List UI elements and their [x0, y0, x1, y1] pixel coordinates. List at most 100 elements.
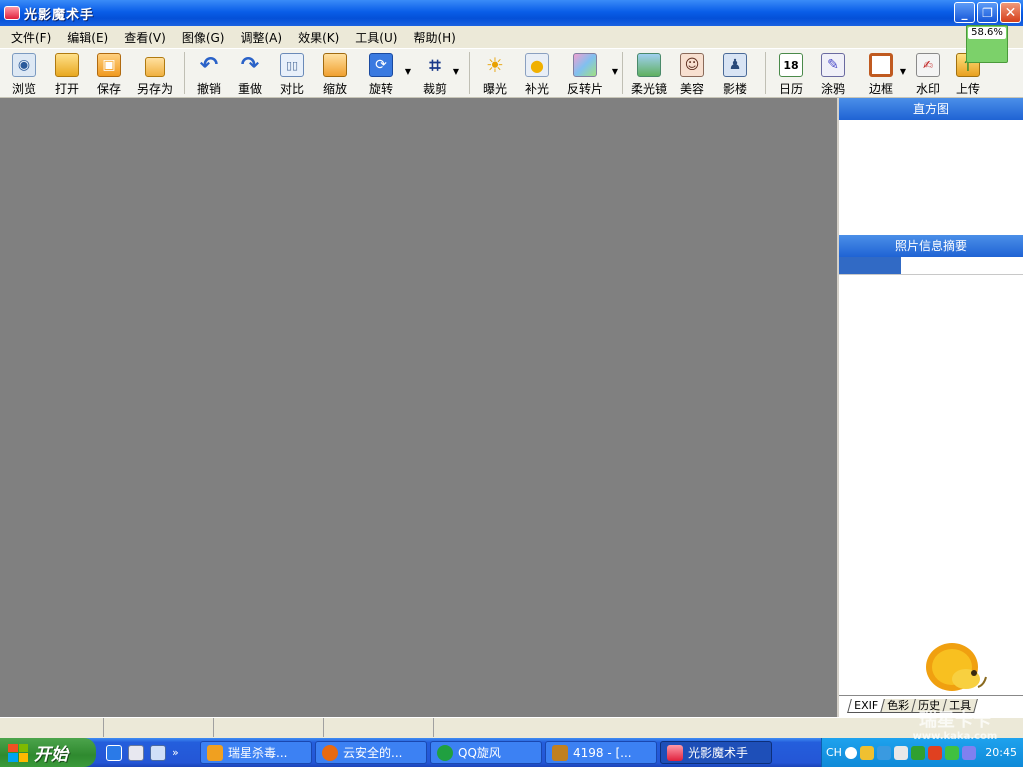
browse-button[interactable]: ◉ 浏览	[2, 49, 46, 97]
redo-arrow-icon: ↷	[240, 52, 260, 78]
info-row-selected-cell[interactable]	[839, 257, 901, 274]
reversal-dropdown-icon[interactable]: ▼	[612, 67, 618, 76]
task-button[interactable]: QQ旋风	[430, 741, 542, 764]
studio-button[interactable]: ♟ 影楼	[713, 49, 757, 97]
pen-icon: ✎	[821, 53, 845, 77]
resize-button[interactable]: 缩放	[313, 49, 357, 97]
portrait-icon: ♟	[723, 53, 747, 77]
tab-exif-label: EXIF	[854, 699, 879, 712]
restore-button[interactable]: ❐	[977, 2, 998, 23]
qq-xuanfeng-icon	[437, 744, 453, 761]
compare-button[interactable]: ▯▯ 对比	[271, 49, 313, 97]
image-canvas[interactable]	[0, 98, 837, 717]
watermark-button[interactable]: ✍ 水印	[908, 49, 948, 97]
quick-launch-chevron-icon[interactable]: »	[172, 746, 179, 759]
frame-button[interactable]: 边框 ▼	[854, 49, 908, 97]
histogram-header[interactable]: 直方图	[839, 98, 1023, 120]
task-button[interactable]: 云安全的...	[315, 741, 427, 764]
task-button[interactable]: 瑞星杀毒...	[200, 741, 312, 764]
quick-launch: »	[106, 744, 200, 761]
redo-button[interactable]: ↷ 重做	[229, 49, 271, 97]
compare-icon: ▯▯	[280, 53, 304, 77]
close-button[interactable]: ✕	[1000, 2, 1021, 23]
ie-icon[interactable]	[106, 744, 122, 761]
rising-antivirus-icon	[207, 744, 223, 761]
tray-app-icon[interactable]	[876, 745, 891, 760]
soft-focus-button[interactable]: 柔光镜	[627, 49, 671, 97]
watermark-url: www.kaka.com	[912, 731, 998, 742]
ime-indicator[interactable]: CH	[826, 746, 842, 759]
status-cell	[214, 718, 324, 737]
reversal-button[interactable]: 反转片 ▼	[558, 49, 618, 97]
resize-label: 缩放	[322, 82, 347, 96]
save-as-disk-icon	[145, 57, 165, 77]
frame-dropdown-icon[interactable]: ▼	[900, 67, 906, 76]
crop-dropdown-icon[interactable]: ▼	[453, 67, 459, 76]
toolbar-divider	[622, 52, 623, 94]
task-button[interactable]: 4198 - [...	[545, 741, 657, 764]
save-button[interactable]: ▣ 保存	[88, 49, 130, 97]
minimize-button[interactable]: _	[954, 2, 975, 23]
menu-bar: 文件(F) 编辑(E) 查看(V) 图像(G) 调整(A) 效果(K) 工具(U…	[0, 26, 1023, 48]
start-button[interactable]: 开始	[0, 738, 96, 767]
info-selection-row[interactable]	[839, 257, 1023, 275]
beauty-label: 美容	[679, 82, 704, 96]
tray-app-icon[interactable]	[859, 745, 874, 760]
eye-icon: ◉	[12, 53, 36, 77]
resize-icon	[323, 53, 347, 77]
undo-label: 撤销	[196, 82, 221, 96]
landscape-icon	[637, 53, 661, 77]
menu-adjust[interactable]: 调整(A)	[232, 29, 290, 46]
task-label: 4198 - [...	[573, 745, 632, 760]
open-button[interactable]: 打开	[46, 49, 88, 97]
doodle-button[interactable]: ✎ 涂鸦	[812, 49, 854, 97]
reversal-label: 反转片	[566, 82, 603, 96]
toolbar-divider	[469, 52, 470, 94]
title-bar[interactable]: 光影魔术手 _ ❐ ✕	[0, 0, 1023, 26]
task-label: QQ旋风	[458, 746, 501, 760]
calendar-button[interactable]: 18 日历	[770, 49, 812, 97]
soft-focus-label: 柔光镜	[630, 82, 667, 96]
undo-button[interactable]: ↶ 撤销	[189, 49, 229, 97]
rotate-label: 旋转	[368, 82, 393, 96]
toolbar: ◉ 浏览 打开 ▣ 保存 另存为 ↶ 撤销 ↷ 重做 ▯▯ 对比 缩放 ⟳ 旋转…	[0, 48, 1023, 98]
crop-button[interactable]: ⌗ 裁剪 ▼	[405, 49, 465, 97]
calendar-icon: 18	[779, 53, 803, 77]
save-as-label: 另存为	[136, 82, 173, 96]
menu-effects[interactable]: 效果(K)	[290, 29, 347, 46]
save-as-button[interactable]: 另存为	[130, 49, 180, 97]
tab-exif[interactable]: EXIF	[847, 699, 885, 713]
menu-file[interactable]: 文件(F)	[3, 29, 59, 46]
beauty-button[interactable]: ☺ 美容	[671, 49, 713, 97]
start-label: 开始	[34, 745, 68, 765]
upload-label: 上传	[955, 82, 980, 96]
rising-kaka-icon	[552, 744, 568, 761]
task-button-active[interactable]: 光影魔术手	[660, 741, 772, 764]
right-panel: 直方图 照片信息摘要 EXIF 色彩 历史 工具	[837, 98, 1023, 717]
menu-tools[interactable]: 工具(U)	[347, 29, 405, 46]
photo-info-header[interactable]: 照片信息摘要	[839, 235, 1023, 257]
crop-label: 裁剪	[422, 82, 447, 96]
media-player-icon[interactable]	[128, 744, 144, 761]
zoom-value: 58.6%	[968, 27, 1006, 39]
rotate-button[interactable]: ⟳ 旋转 ▼	[357, 49, 411, 97]
tray-expand-icon[interactable]	[844, 746, 857, 759]
menu-view[interactable]: 查看(V)	[116, 29, 174, 46]
watermark-icon: ✍	[916, 53, 940, 77]
site-watermark: 瑞星卡卡 www.kaka.com	[895, 710, 1015, 750]
exposure-button[interactable]: ☀ 曝光	[474, 49, 516, 97]
status-bar	[0, 717, 1023, 738]
reversal-film-icon	[573, 53, 597, 77]
sun-icon: ☀	[486, 53, 504, 77]
app-icon	[4, 6, 20, 20]
info-row-value-cell[interactable]	[901, 257, 1023, 274]
menu-edit[interactable]: 编辑(E)	[59, 29, 116, 46]
save-disk-icon: ▣	[97, 53, 121, 77]
fill-light-button[interactable]: ● 补光	[516, 49, 558, 97]
rotate-icon: ⟳	[369, 53, 393, 77]
menu-image[interactable]: 图像(G)	[174, 29, 233, 46]
watermark-label: 水印	[915, 82, 940, 96]
menu-help[interactable]: 帮助(H)	[405, 29, 463, 46]
desktop-icon[interactable]	[150, 744, 166, 761]
lion-mascot-icon[interactable]	[922, 633, 990, 701]
